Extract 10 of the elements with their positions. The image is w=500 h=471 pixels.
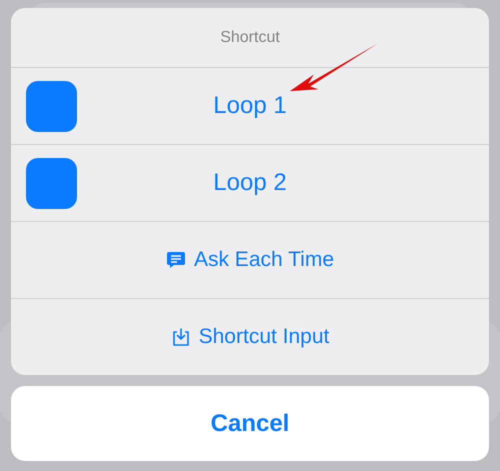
app-icon [26,158,77,209]
app-icon [26,81,77,132]
menu-item[interactable]: Shortcut Input [11,299,489,375]
download-icon [170,327,191,347]
message-icon [166,250,186,270]
menu-item[interactable]: Ask Each Time [11,222,489,299]
sheet-title: Shortcut [11,8,489,68]
menu-item[interactable]: Loop 1 [11,68,489,145]
menu-item[interactable]: Loop 2 [11,145,489,222]
cancel-button[interactable]: Cancel [11,386,489,461]
